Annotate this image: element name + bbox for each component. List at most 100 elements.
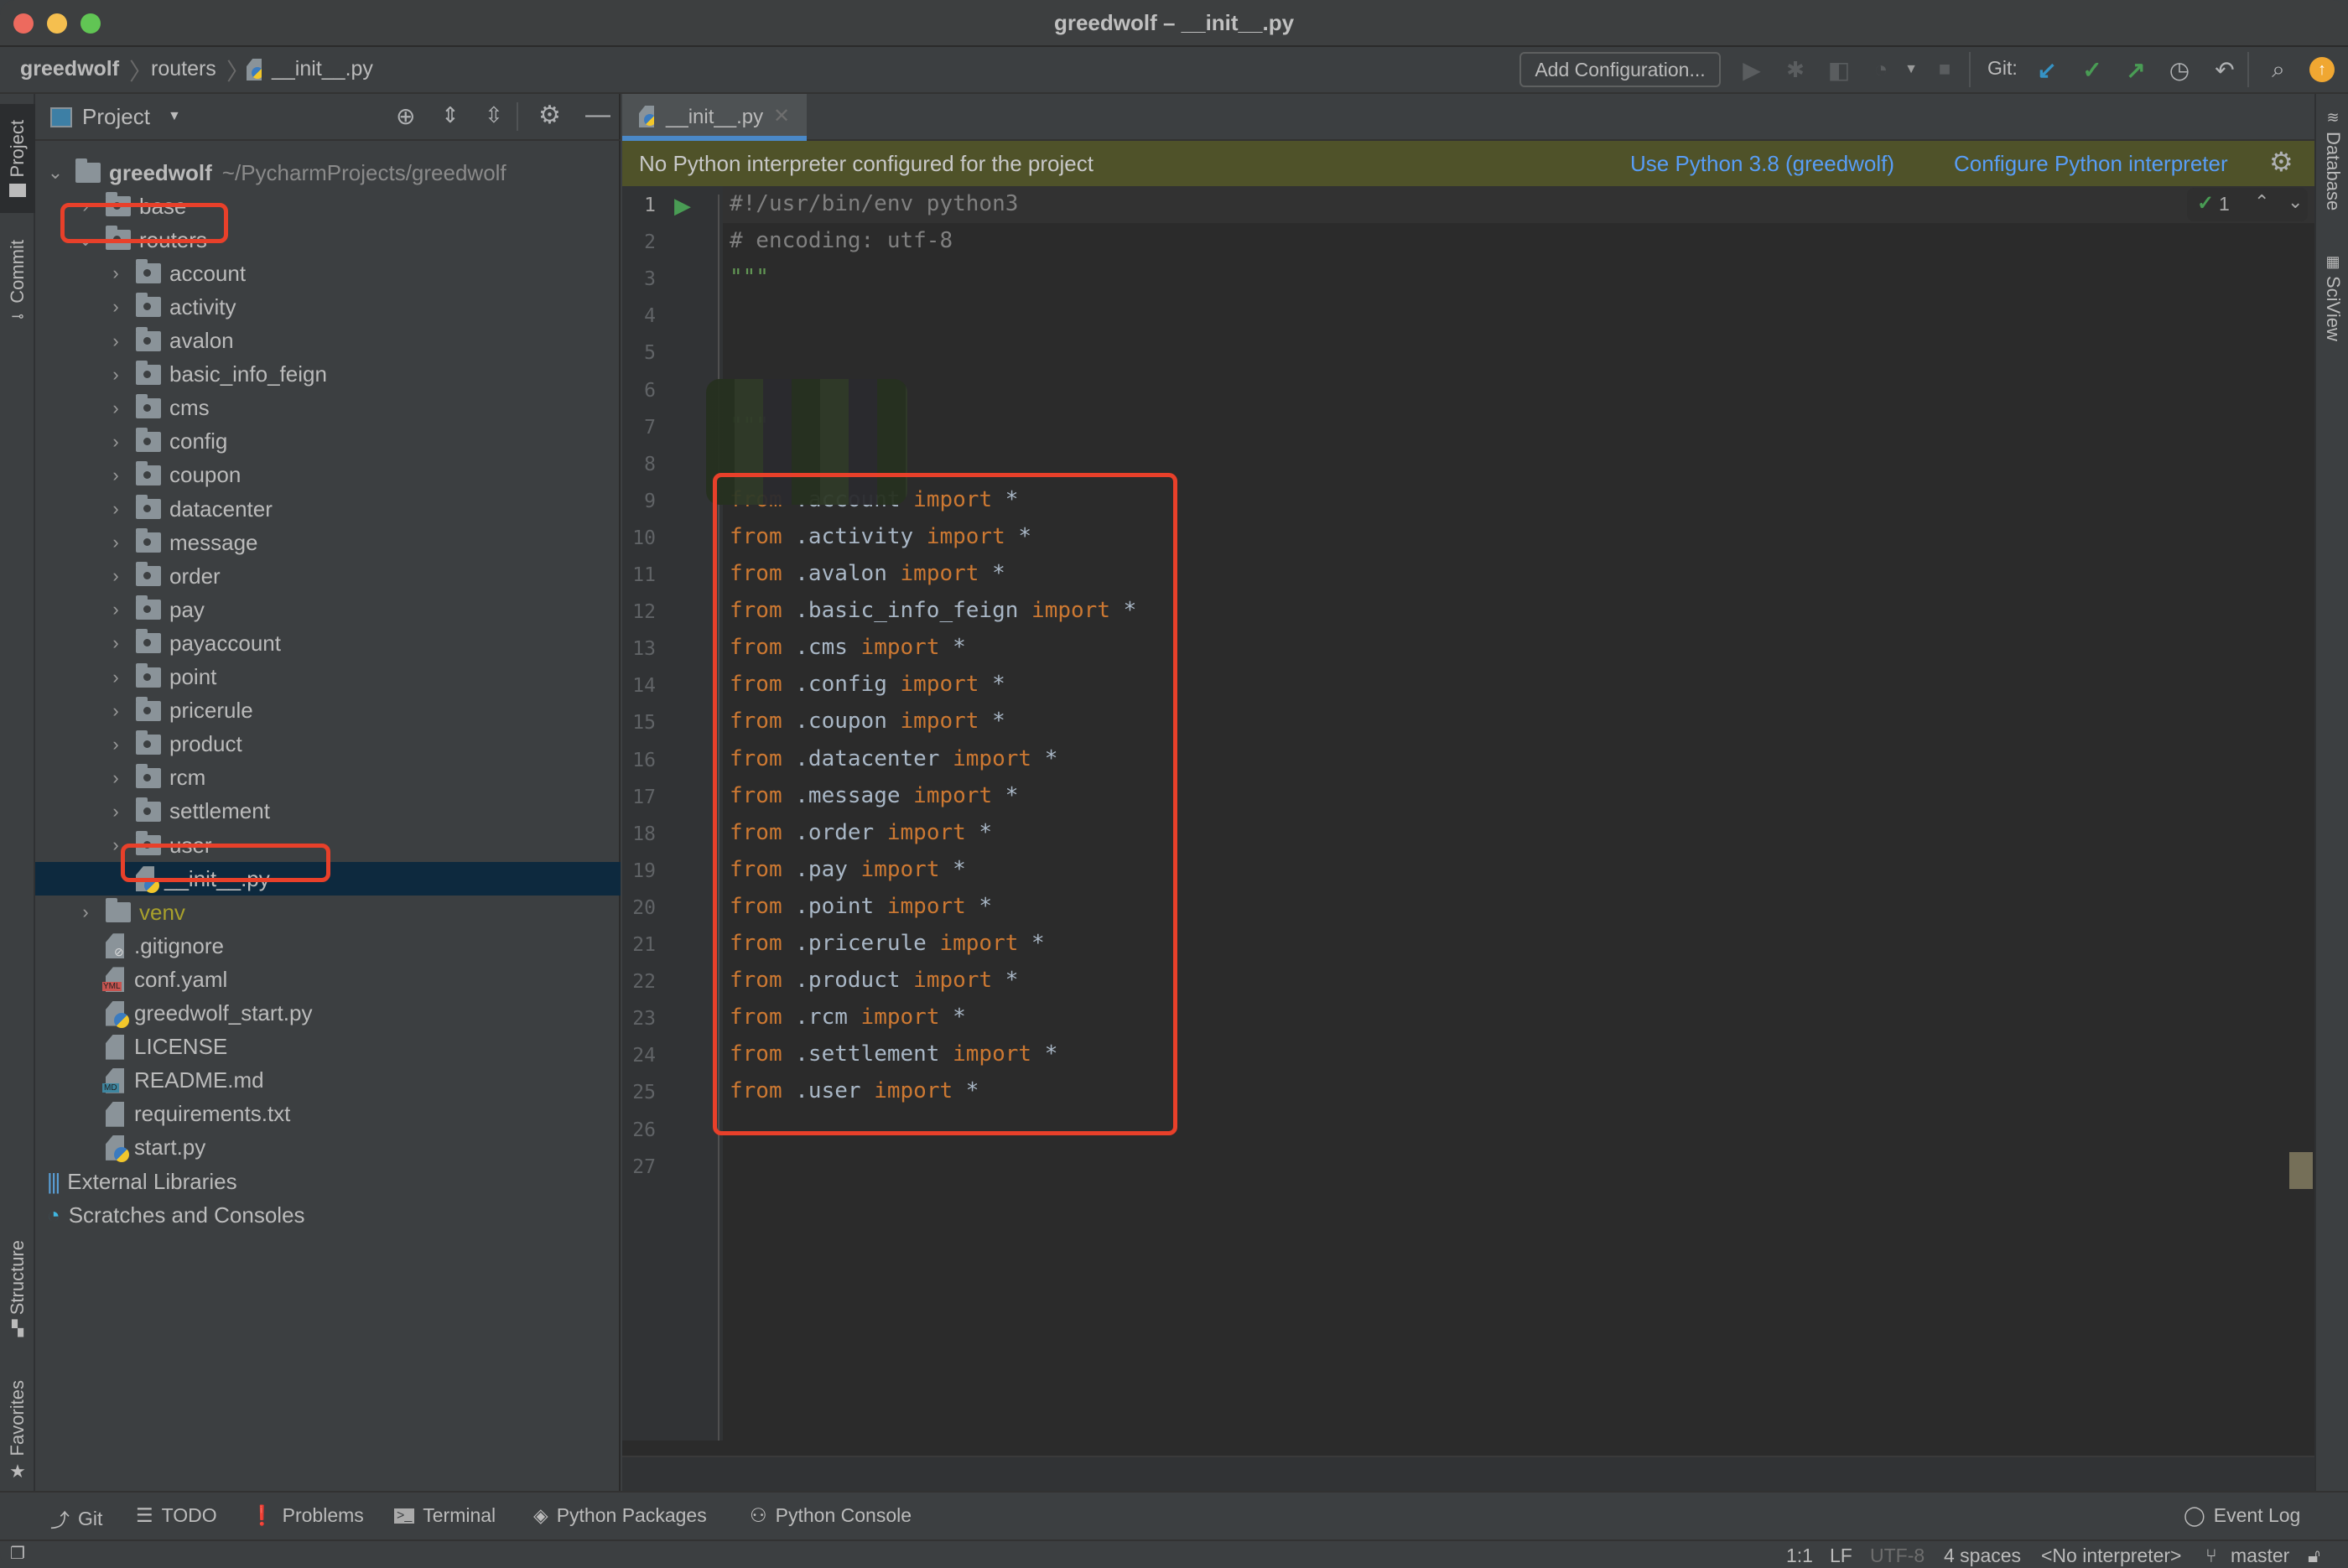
add-configuration-button[interactable]: Add Configuration... [1519, 52, 1721, 87]
tree-item-datacenter[interactable]: › datacenter [35, 492, 621, 526]
tree-item-basic-info-feign[interactable]: › basic_info_feign [35, 358, 621, 392]
breadcrumb-folder[interactable]: routers [151, 57, 216, 81]
toggle-tool-windows-icon[interactable]: ❐ [10, 1543, 25, 1564]
tree-item-cms[interactable]: › cms [35, 392, 621, 425]
collapse-all-icon[interactable]: ⇳ [485, 102, 503, 128]
tool-window-python-packages[interactable]: ◈ Python Packages [533, 1504, 707, 1527]
tree-item-greedwolf-start-py[interactable]: greedwolf_start.py [35, 997, 621, 1031]
chevron-right-icon[interactable]: › [107, 632, 124, 653]
breadcrumb-project[interactable]: greedwolf [20, 57, 119, 81]
tool-window-todo[interactable]: ☰ TODO [136, 1504, 217, 1527]
tree-item-license[interactable]: LICENSE [35, 1031, 621, 1064]
chevron-right-icon[interactable]: › [107, 734, 124, 755]
tree-item-avalon[interactable]: › avalon [35, 325, 621, 358]
tree-root-greedwolf[interactable]: ⌄ greedwolf ~/PycharmProjects/greedwolf [35, 156, 621, 190]
locate-file-icon[interactable]: ⊕ [396, 102, 415, 130]
editor-tab[interactable]: __init__.py ✕ [622, 94, 807, 141]
chevron-right-icon[interactable]: › [107, 498, 124, 519]
hide-panel-icon[interactable]: — [585, 101, 610, 129]
tree-item-pricerule[interactable]: › pricerule [35, 694, 621, 728]
history-icon[interactable]: ◷ [2165, 55, 2194, 84]
tree-item-external-libraries[interactable]: ||| External Libraries [35, 1165, 621, 1198]
tool-tab-favorites[interactable]: Favorites ★ [0, 1368, 35, 1494]
indent-setting[interactable]: 4 spaces [1944, 1545, 2021, 1567]
git-push-icon[interactable]: ↗ [2122, 55, 2150, 84]
tool-window-git[interactable]: ⤴ Git [50, 1504, 102, 1533]
code-line[interactable]: # encoding: utf-8 [730, 228, 953, 253]
inspection-widget[interactable]: ✓ 1 ⌃ ⌄ [2187, 188, 2308, 221]
tool-window-terminal[interactable]: >_ Terminal [394, 1504, 496, 1527]
tree-item-readme-md[interactable]: MD README.md [35, 1064, 621, 1098]
code-line[interactable]: #!/usr/bin/env python3 [730, 191, 1018, 216]
chevron-right-icon[interactable]: › [107, 397, 124, 418]
tree-item-order[interactable]: › order [35, 559, 621, 593]
tree-item-venv[interactable]: › venv [35, 896, 621, 929]
tree-item-pay[interactable]: › pay [35, 593, 621, 626]
line-separator[interactable]: LF [1830, 1545, 1852, 1567]
tree-item-message[interactable]: › message [35, 526, 621, 559]
tree-item-point[interactable]: › point [35, 661, 621, 694]
tree-item-product[interactable]: › product [35, 728, 621, 761]
chevron-right-icon[interactable]: › [107, 296, 124, 317]
scrollbar-marker[interactable] [2289, 1152, 2313, 1189]
tree-item-requirements-txt[interactable]: requirements.txt [35, 1098, 621, 1131]
git-commit-icon[interactable]: ✓ [2078, 55, 2106, 84]
run-dropdown-icon[interactable]: ▼ [1897, 55, 1925, 84]
next-highlight-icon[interactable]: ⌄ [2288, 191, 2303, 213]
interpreter-selector[interactable]: <No interpreter> [2041, 1545, 2181, 1567]
tree-item-payaccount[interactable]: › payaccount [35, 626, 621, 660]
chevron-right-icon[interactable]: › [107, 330, 124, 351]
code-line[interactable]: """ [730, 265, 769, 290]
stop-icon[interactable]: ■ [1930, 55, 1959, 84]
chevron-right-icon[interactable]: › [107, 700, 124, 721]
chevron-right-icon[interactable]: › [107, 262, 124, 283]
gear-icon[interactable]: ⚙ [538, 101, 561, 130]
tree-item-conf-yaml[interactable]: YML conf.yaml [35, 963, 621, 996]
run-icon[interactable]: ▶ [1738, 55, 1766, 84]
tool-tab-database[interactable]: ≋ Database [2316, 109, 2348, 235]
tree-item-activity[interactable]: › activity [35, 290, 621, 324]
tree-item-scratches[interactable]: ◔ Scratches and Consoles [35, 1198, 621, 1232]
breadcrumb-file[interactable]: __init__.py [272, 57, 373, 81]
chevron-right-icon[interactable]: › [107, 431, 124, 452]
search-icon[interactable]: ⌕ [2264, 55, 2293, 84]
lock-icon[interactable]: 🔓︎ [2308, 1545, 2320, 1567]
event-log-button[interactable]: ◯ Event Log [2184, 1504, 2300, 1527]
tree-item-config[interactable]: › config [35, 425, 621, 459]
tool-window-python-console[interactable]: ⚇ Python Console [750, 1504, 912, 1527]
gear-icon[interactable]: ⚙ [2269, 146, 2293, 178]
use-python-link[interactable]: Use Python 3.8 (greedwolf) [1630, 151, 1894, 177]
configure-interpreter-link[interactable]: Configure Python interpreter [1954, 151, 2228, 177]
coverage-icon[interactable]: ◧ [1825, 55, 1853, 84]
tree-item-settlement[interactable]: › settlement [35, 795, 621, 828]
git-branch[interactable]: master [2231, 1545, 2289, 1567]
chevron-right-icon[interactable]: › [107, 565, 124, 586]
previous-highlight-icon[interactable]: ⌃ [2254, 191, 2269, 213]
profile-icon[interactable]: ◔ [1867, 55, 1895, 84]
chevron-right-icon[interactable]: › [107, 532, 124, 553]
tree-item-coupon[interactable]: › coupon [35, 459, 621, 492]
tool-tab-sciview[interactable]: ▦ SciView [2316, 253, 2348, 362]
chevron-right-icon[interactable]: › [107, 465, 124, 485]
caret-position[interactable]: 1:1 [1786, 1545, 1813, 1567]
chevron-down-icon[interactable]: ▼ [168, 109, 181, 124]
tool-tab-structure[interactable]: Structure ▚ [0, 1226, 35, 1352]
tree-item-start-py[interactable]: start.py [35, 1131, 621, 1165]
chevron-right-icon[interactable]: › [107, 667, 124, 688]
tool-tab-commit[interactable]: Commit ⊸ [0, 228, 35, 337]
tree-item-account[interactable]: › account [35, 257, 621, 290]
chevron-right-icon[interactable]: › [107, 364, 124, 385]
tree-item-gitignore[interactable]: ⊘ .gitignore [35, 929, 621, 963]
expand-all-icon[interactable]: ⇕ [441, 102, 460, 128]
tool-window-problems[interactable]: ❗ Problems [250, 1504, 364, 1527]
file-encoding[interactable]: UTF-8 [1870, 1545, 1925, 1567]
git-update-icon[interactable]: ↙ [2033, 55, 2061, 84]
tree-item-rcm[interactable]: › rcm [35, 761, 621, 795]
chevron-down-icon[interactable]: ⌄ [47, 162, 64, 183]
rollback-icon[interactable]: ↶ [2210, 55, 2239, 84]
chevron-right-icon[interactable]: › [107, 599, 124, 620]
chevron-right-icon[interactable]: › [107, 801, 124, 822]
tool-tab-project[interactable]: Project [0, 104, 35, 213]
debug-icon[interactable]: ✱ [1781, 55, 1810, 84]
chevron-right-icon[interactable]: › [77, 901, 94, 922]
